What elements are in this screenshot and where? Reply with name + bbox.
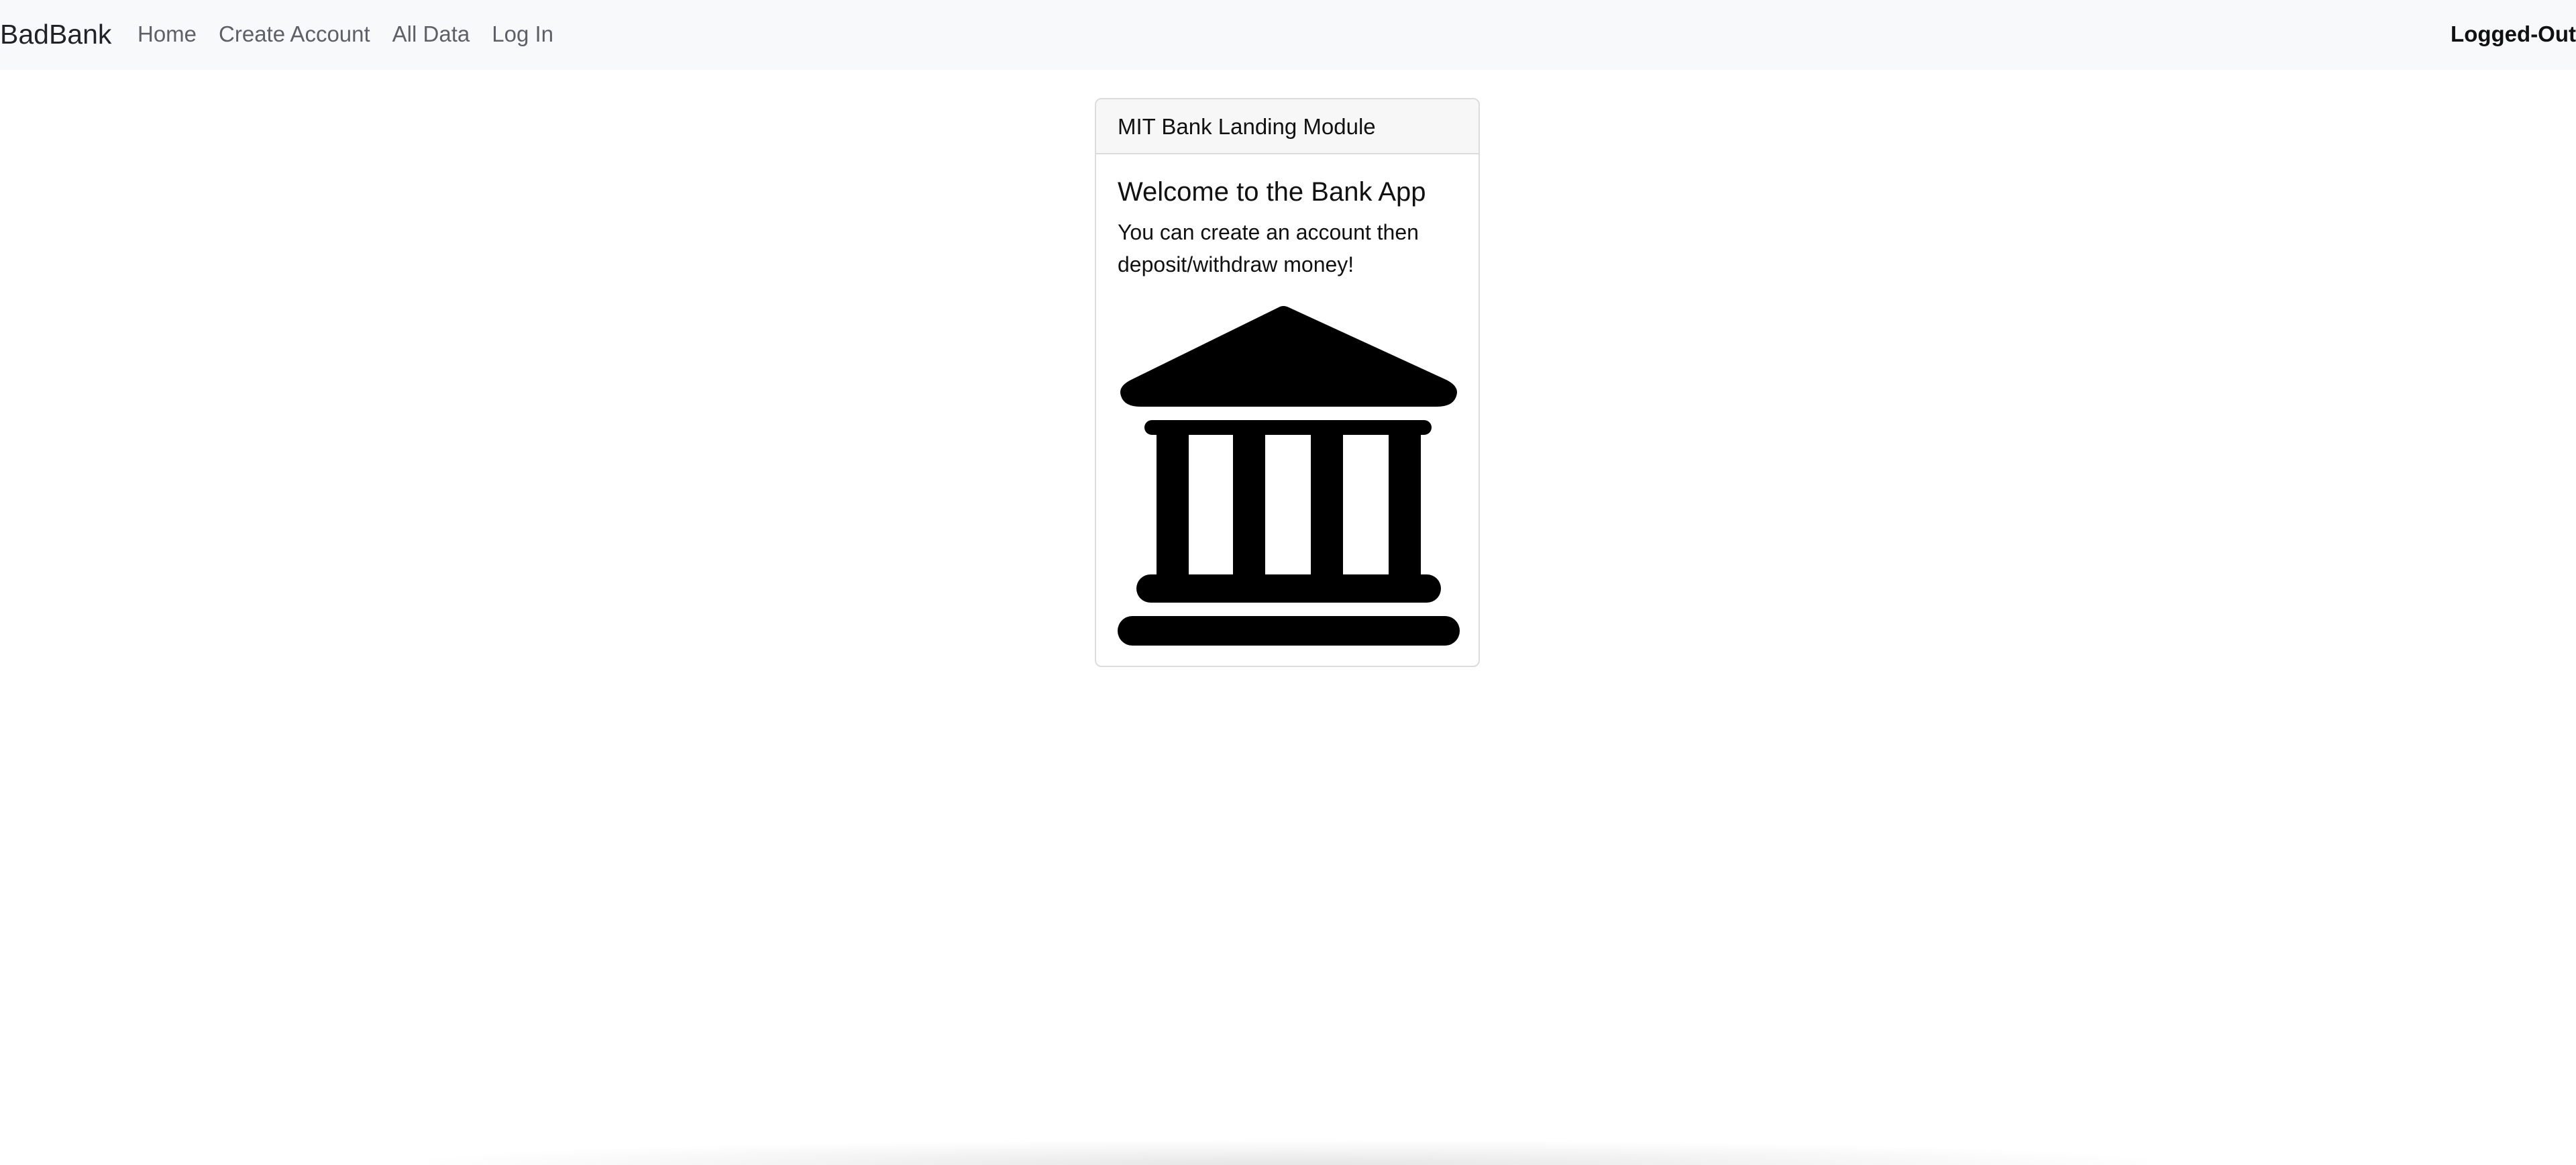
card-title: Welcome to the Bank App	[1118, 177, 1426, 207]
bottom-shadow	[429, 1141, 2147, 1165]
card-text: You can create an account then deposit/w…	[1118, 220, 1419, 276]
card-header: MIT Bank Landing Module	[1096, 99, 1479, 154]
card-body: Welcome to the Bank App You can create a…	[1096, 174, 1479, 281]
nav-link-all-data[interactable]: All Data	[392, 20, 470, 48]
nav-link-home[interactable]: Home	[138, 20, 197, 48]
nav-link-log-in[interactable]: Log In	[492, 20, 553, 48]
landing-card: MIT Bank Landing Module Welcome to the B…	[1095, 98, 1480, 667]
nav-link-create-account[interactable]: Create Account	[219, 20, 370, 48]
nav-links: Home Create Account All Data Log In	[138, 20, 576, 48]
bank-building-icon	[1118, 306, 1460, 646]
login-status: Logged-Out	[2451, 21, 2576, 46]
navbar: BadBank Home Create Account All Data Log…	[0, 0, 2576, 70]
brand-link[interactable]: BadBank	[0, 17, 111, 51]
